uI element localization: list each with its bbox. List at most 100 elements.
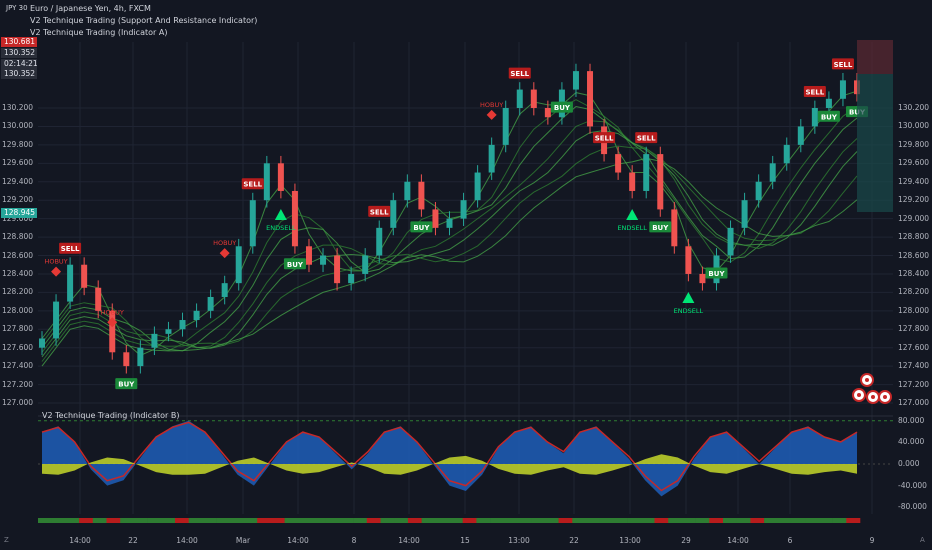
signal-label: ENDSELL — [674, 307, 704, 315]
indicator-title-1[interactable]: V2 Technique Trading (Support And Resist… — [30, 16, 257, 25]
price-tag: 130.352 — [1, 48, 37, 58]
price-axis-tick: 127.400 — [898, 361, 930, 371]
ribbon-line — [41, 129, 858, 358]
trend-bar-segment — [188, 518, 203, 523]
trend-bar-segment — [38, 518, 52, 523]
trend-bar-segment — [818, 518, 833, 523]
price-axis-tick: 130.000 — [2, 121, 34, 131]
trend-bar-segment — [805, 518, 820, 523]
signal-label: ENDSELL — [617, 224, 647, 232]
corner-left-label[interactable]: Z — [4, 536, 9, 544]
signal-label: BUY — [652, 224, 669, 232]
candle-body — [671, 209, 678, 247]
oscillator-axis-tick: 40.000 — [898, 437, 925, 447]
candle-body — [530, 89, 537, 108]
price-axis-tick: 130.200 — [2, 103, 34, 112]
indicator-title-3[interactable]: V2 Technique Trading (Indicator B) — [42, 411, 179, 420]
signal-triangle — [626, 208, 639, 220]
trend-bar-segment — [654, 518, 669, 523]
target-zone — [857, 74, 893, 212]
trend-bar-segment — [572, 518, 587, 523]
candle-body — [390, 200, 397, 228]
candle-body — [334, 255, 341, 284]
price-tag: 02:14:21 — [1, 59, 38, 69]
ribbon-line — [41, 120, 858, 353]
signal-label: HOBUY — [44, 258, 67, 266]
trend-bar-segment — [65, 518, 80, 523]
icon-dot — [883, 395, 887, 399]
oscillator-axis-tick: 80.000 — [898, 415, 925, 425]
candle-body — [81, 264, 88, 288]
price-axis-tick: 127.200 — [898, 379, 930, 389]
trend-bar-segment — [92, 518, 107, 523]
candle-body — [825, 98, 832, 108]
price-tag: 128.945 — [1, 208, 37, 218]
trend-bar-segment — [353, 518, 368, 523]
trend-bar-segment — [832, 518, 847, 523]
signal-label: HOBUY — [213, 239, 236, 247]
trend-bar-segment — [846, 518, 861, 523]
signal-label: SELL — [61, 245, 80, 253]
price-axis-tick: 129.200 — [898, 195, 930, 205]
trend-bar-segment — [435, 518, 450, 523]
time-axis-tick: 13:00 — [508, 536, 530, 545]
target-icon — [852, 388, 866, 402]
trend-bar-segment — [147, 518, 162, 523]
candle-body — [699, 273, 706, 284]
candle-body — [839, 80, 846, 99]
price-axis-tick: 127.800 — [898, 324, 930, 334]
candle-body — [587, 71, 594, 127]
candle-body — [544, 108, 551, 118]
trend-bar-segment — [79, 518, 94, 523]
price-axis-tick: 128.600 — [898, 250, 930, 260]
candle-body — [348, 273, 355, 284]
candle-body — [811, 108, 818, 127]
trend-bar-segment — [175, 518, 189, 523]
icon-dot — [865, 378, 869, 382]
candle-body — [277, 163, 284, 191]
target-icon — [860, 373, 874, 387]
trend-bar-segment — [750, 518, 765, 523]
trend-bar-segment — [723, 518, 737, 523]
trend-bar-segment — [544, 518, 559, 523]
trend-bar-segment — [407, 518, 422, 523]
trend-bar-segment — [106, 518, 121, 523]
trend-bar-segment — [298, 518, 313, 523]
time-axis-tick: 29 — [681, 536, 691, 545]
candle-body — [151, 333, 158, 348]
signal-label: SELL — [637, 135, 656, 143]
indicator-title-2[interactable]: V2 Technique Trading (Indicator A) — [30, 28, 167, 37]
corner-right-label[interactable]: A — [920, 536, 925, 544]
trend-bar-segment — [599, 518, 614, 523]
trend-bar-segment — [503, 518, 518, 523]
candle-body — [741, 200, 748, 228]
candle-body — [432, 209, 439, 228]
candle-body — [376, 227, 383, 256]
price-axis-tick: 130.200 — [898, 103, 930, 112]
candle-body — [783, 144, 790, 164]
candle-body — [446, 218, 453, 228]
signal-label: HOBUY — [480, 101, 503, 109]
ribbon-line — [41, 157, 858, 367]
price-axis-tick: 129.400 — [2, 176, 34, 186]
trend-bar-segment — [681, 518, 696, 523]
trend-bar-segment — [777, 518, 792, 523]
trend-bar-segment — [736, 518, 751, 523]
oscillator-axis-tick: -40.000 — [898, 480, 927, 490]
candle-body — [109, 310, 116, 353]
target-icon — [866, 390, 880, 404]
trend-bar-segment — [120, 518, 135, 523]
candle-body — [657, 154, 664, 210]
signal-label: BUY — [413, 224, 430, 232]
symbol-title[interactable]: Euro / Japanese Yen, 4h, FXCM — [30, 4, 151, 13]
price-axis-tick: 127.800 — [2, 324, 34, 334]
time-axis-tick: 14:00 — [727, 536, 749, 545]
candle-body — [797, 126, 804, 145]
trend-bar-segment — [462, 518, 477, 523]
candle-body — [207, 296, 214, 311]
trend-bar-segment — [668, 518, 683, 523]
time-axis-tick: 13:00 — [619, 536, 641, 545]
price-axis-tick: 127.200 — [2, 379, 34, 389]
candle-body — [404, 181, 411, 201]
trend-bar-segment — [312, 518, 326, 523]
